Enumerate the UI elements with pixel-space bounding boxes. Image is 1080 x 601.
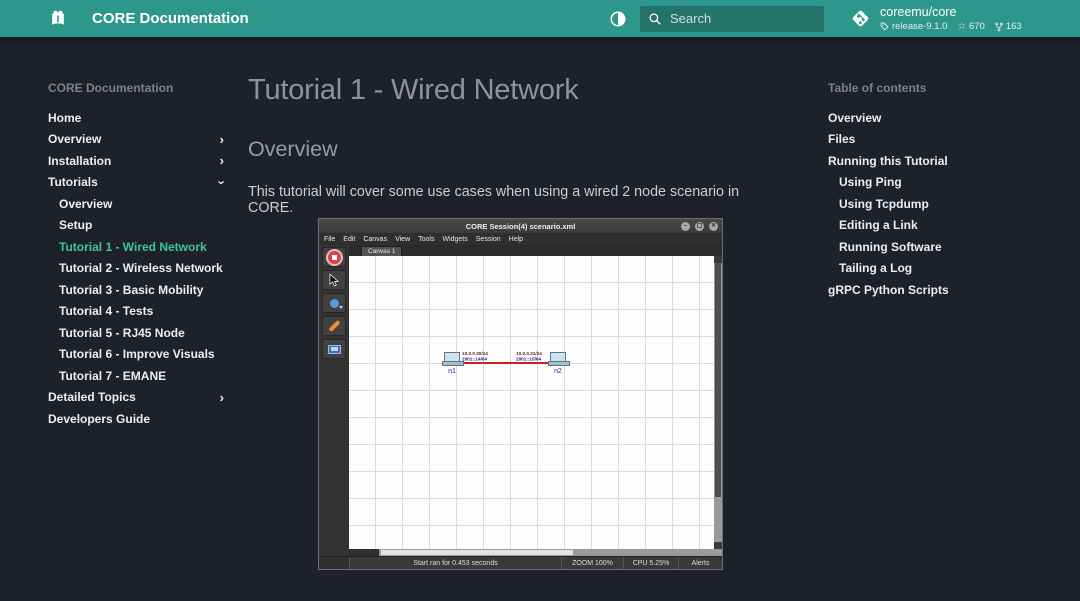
site-logo-icon[interactable]	[46, 7, 70, 31]
minimize-icon: –	[681, 221, 690, 231]
toc-item-editing-a-link[interactable]: Editing a Link	[828, 215, 1033, 237]
maximize-icon: ▢	[695, 221, 704, 231]
sidebar-item-developers-guide[interactable]: Developers Guide	[48, 408, 224, 430]
screenshot-window-titlebar: CORE Session(4) scenario.xml – ▢ ✕	[319, 219, 722, 233]
chevron-right-icon: ›	[219, 153, 224, 169]
status-cpu: CPU 5.25%	[623, 557, 678, 569]
sidebar-item-tutorial-1[interactable]: Tutorial 1 - Wired Network	[48, 236, 224, 258]
chevron-down-icon: ›	[214, 180, 230, 185]
marker-display-icon	[322, 339, 346, 359]
wired-link-line	[459, 362, 555, 364]
screenshot-menubar: File Edit Canvas View Tools Widgets Sess…	[319, 233, 722, 245]
vertical-scrollbar	[714, 256, 722, 549]
menu-view: View	[395, 235, 411, 243]
section-heading-overview: Overview	[248, 137, 338, 161]
screenshot-window-title: CORE Session(4) scenario.xml	[465, 221, 576, 231]
toc-item-running-software[interactable]: Running Software	[828, 236, 1033, 258]
toc-header: Table of contents	[828, 81, 927, 95]
menu-canvas: Canvas	[363, 235, 388, 243]
sidebar-item-tutorials[interactable]: Tutorials ›	[48, 172, 229, 194]
repo-link[interactable]: coreemu/core release-9.1.0 ☆ 670 163	[850, 5, 1062, 32]
tag-icon	[880, 22, 889, 31]
sidebar-item-tutorials-overview[interactable]: Overview	[48, 193, 224, 215]
status-runtime: Start ran for 0.453 seconds	[349, 557, 561, 569]
menu-help: Help	[508, 235, 524, 243]
canvas-tabrow: Canvas 1	[349, 245, 722, 256]
canvas-tab: Canvas 1	[361, 246, 403, 256]
toc-item-files[interactable]: Files	[828, 129, 1033, 151]
main-content: Tutorial 1 - Wired Network Overview This…	[248, 74, 768, 235]
laptop-icon	[548, 352, 570, 366]
node-n2: n2	[547, 352, 570, 375]
status-alerts: Alerts	[678, 557, 722, 569]
chevron-right-icon: ›	[219, 389, 224, 405]
menu-widgets: Widgets	[442, 235, 468, 243]
node-n1-label: n1	[448, 368, 456, 375]
sidebar-item-installation[interactable]: Installation ›	[48, 150, 224, 172]
close-icon: ✕	[709, 221, 718, 231]
menu-file: File	[324, 235, 336, 243]
laptop-icon	[442, 352, 464, 366]
toc-item-using-tcpdump[interactable]: Using Tcpdump	[828, 193, 1033, 215]
repo-release: release-9.1.0	[892, 21, 948, 32]
sidebar-item-tutorial-2[interactable]: Tutorial 2 - Wireless Network	[48, 258, 224, 280]
toc-item-tailing-a-log[interactable]: Tailing a Log	[828, 258, 1033, 280]
sidebar-header: CORE Documentation	[48, 81, 174, 95]
sidebar-item-overview[interactable]: Overview ›	[48, 129, 224, 151]
sidebar-item-home[interactable]: Home	[48, 107, 224, 129]
sidebar-item-tutorial-4[interactable]: Tutorial 4 - Tests	[48, 301, 224, 323]
link-label-n2: 10.0.0.21/24 2001::15/64	[516, 351, 542, 362]
sidebar-item-tutorial-3[interactable]: Tutorial 3 - Basic Mobility	[48, 279, 224, 301]
left-sidebar: CORE Documentation Home Overview › Instal…	[48, 81, 229, 430]
node-tool-icon	[322, 293, 346, 313]
sidebar-item-tutorial-5[interactable]: Tutorial 5 - RJ45 Node	[48, 322, 224, 344]
menu-tools: Tools	[418, 235, 435, 243]
star-icon: ☆	[957, 21, 966, 32]
fork-icon	[995, 22, 1003, 32]
repo-forks: 163	[1005, 21, 1022, 32]
search-input[interactable]	[670, 11, 810, 26]
page-header-title: CORE Documentation	[92, 10, 249, 27]
repo-name: coreemu/core	[880, 5, 957, 19]
screenshot-statusbar: Start ran for 0.453 seconds ZOOM 100% CP…	[319, 556, 722, 569]
repo-stars: 670	[968, 21, 985, 32]
tutorial-screenshot-image: CORE Session(4) scenario.xml – ▢ ✕ File …	[318, 218, 723, 570]
git-icon	[850, 8, 871, 29]
table-of-contents: Table of contents Overview Files Running…	[828, 81, 1033, 301]
sidebar-item-detailed-topics[interactable]: Detailed Topics ›	[48, 387, 224, 409]
theme-toggle-icon[interactable]	[606, 7, 630, 31]
toc-item-grpc-python-scripts[interactable]: gRPC Python Scripts	[828, 279, 1033, 301]
node-n1: n1	[441, 352, 464, 375]
sidebar-item-tutorial-7[interactable]: Tutorial 7 - EMANE	[48, 365, 224, 387]
menu-edit: Edit	[343, 235, 356, 243]
node-n2-label: n2	[554, 368, 562, 375]
chevron-right-icon: ›	[219, 131, 224, 147]
toc-item-using-ping[interactable]: Using Ping	[828, 172, 1033, 194]
app-header: CORE Documentation coree	[0, 0, 1080, 37]
search-icon	[648, 12, 662, 26]
stop-session-icon	[322, 247, 346, 267]
overview-paragraph: This tutorial will cover some use cases …	[248, 184, 740, 216]
link-pencil-icon	[322, 316, 346, 336]
menu-session: Session	[475, 235, 501, 243]
search-box	[640, 5, 824, 32]
page-title: Tutorial 1 - Wired Network	[248, 74, 579, 106]
toc-item-overview[interactable]: Overview	[828, 107, 1033, 129]
screenshot-toolbar	[319, 245, 349, 556]
sidebar-item-setup[interactable]: Setup	[48, 215, 224, 237]
status-zoom: ZOOM 100%	[561, 557, 623, 569]
select-cursor-icon	[322, 270, 346, 290]
link-label-n1: 10.0.0.20/24 2001::14/64	[462, 351, 488, 362]
horizontal-scrollbar	[349, 549, 722, 556]
toc-item-running-this-tutorial[interactable]: Running this Tutorial	[828, 150, 1033, 172]
network-canvas: n1 n2 10.0.0.20/24 2001::14/64 10.0.0.21…	[349, 256, 714, 549]
sidebar-item-tutorial-6[interactable]: Tutorial 6 - Improve Visuals	[48, 344, 224, 366]
